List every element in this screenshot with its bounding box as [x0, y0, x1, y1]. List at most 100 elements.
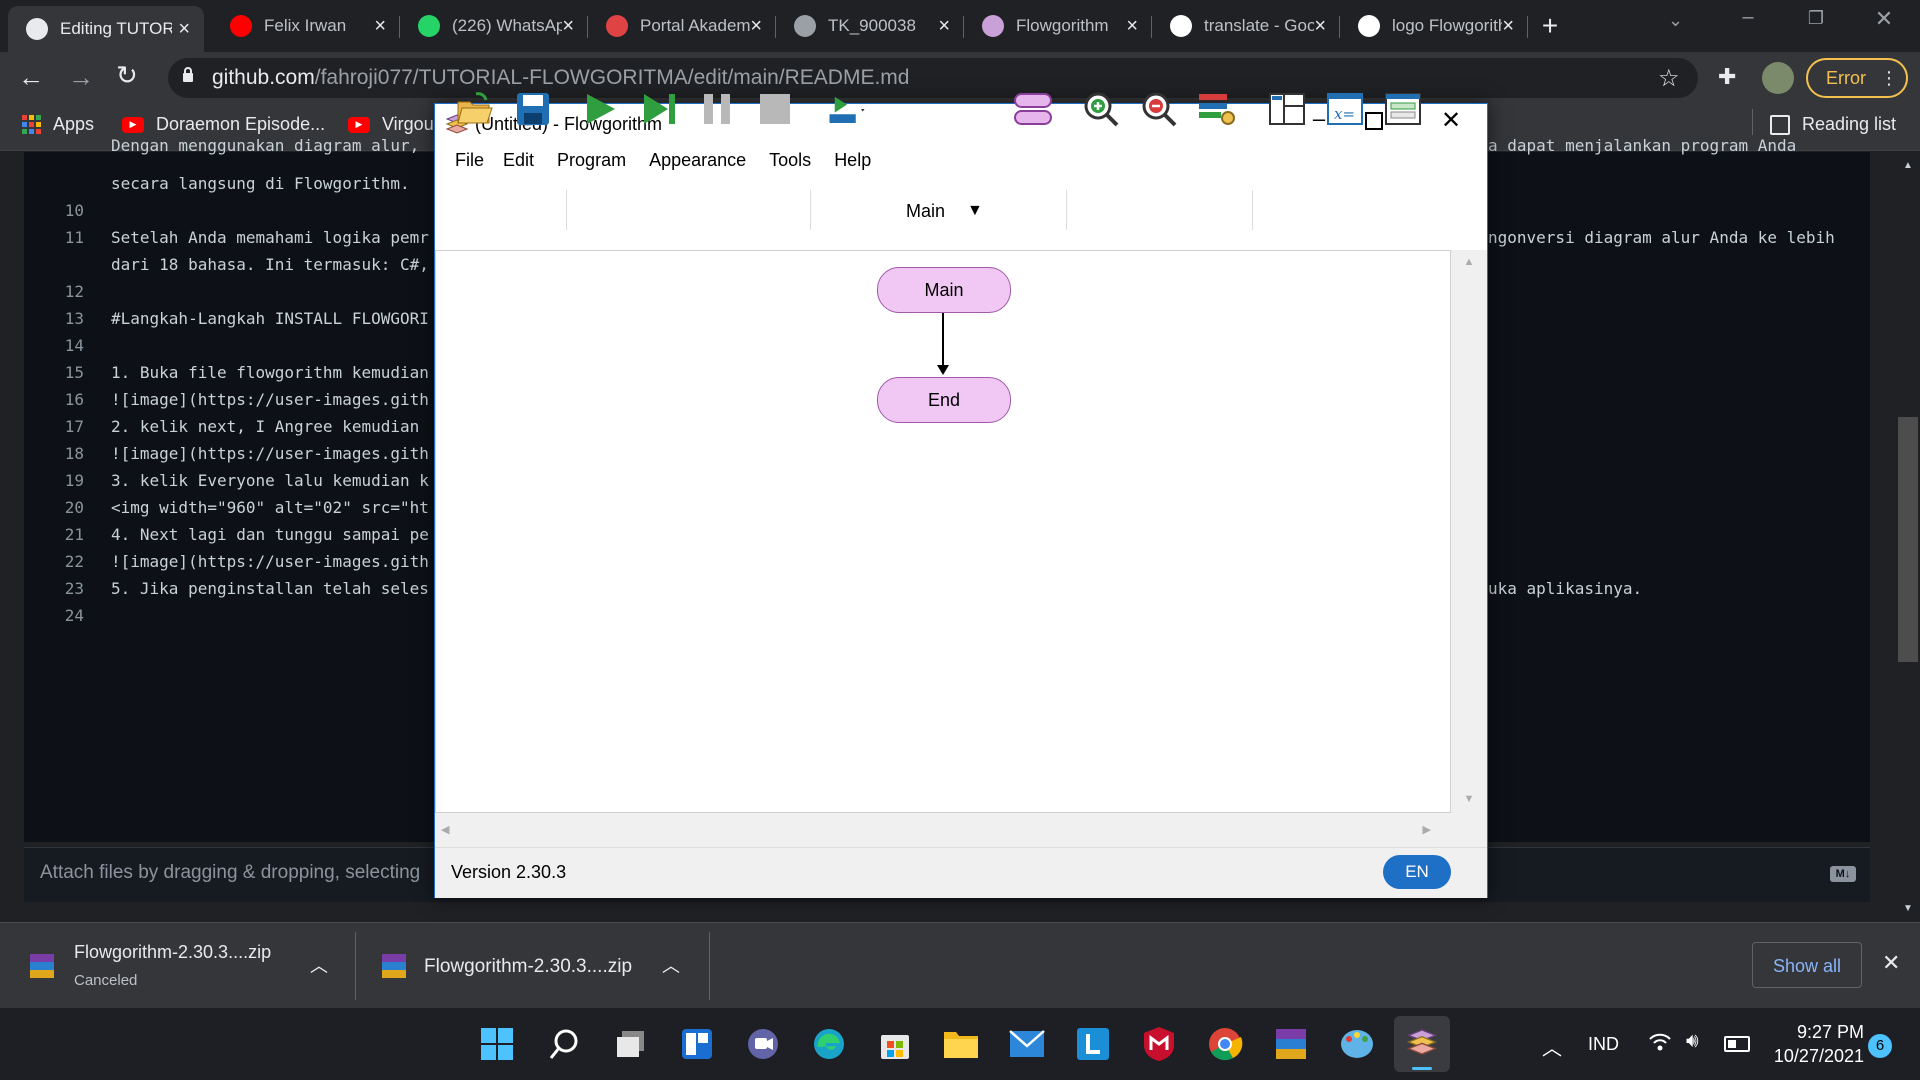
- menu-program[interactable]: Program: [547, 144, 639, 172]
- menu-file[interactable]: File: [435, 144, 497, 172]
- close-window-button[interactable]: ✕: [1864, 6, 1904, 36]
- code-line[interactable]: ![image](https://user-images.gith: [111, 552, 429, 571]
- mcafee-icon[interactable]: [1140, 1025, 1178, 1063]
- console-window-icon[interactable]: [1382, 88, 1424, 130]
- profile-avatar[interactable]: [1762, 62, 1794, 94]
- end-terminal[interactable]: End: [877, 377, 1011, 423]
- new-tab-button[interactable]: +: [1536, 8, 1564, 44]
- code-line-tail[interactable]: ngonversi diagram alur Anda ke lebih: [1488, 228, 1835, 247]
- code-line-tail[interactable]: a dapat menjalankan program Anda: [1488, 136, 1796, 155]
- tab-close-icon[interactable]: ×: [1502, 15, 1514, 38]
- chevron-up-icon[interactable]: ︿: [662, 952, 680, 978]
- bookmark-apps[interactable]: Apps: [22, 114, 94, 135]
- reload-button[interactable]: ↻: [116, 60, 138, 91]
- task-view-icon[interactable]: [612, 1025, 650, 1063]
- layout-settings-icon[interactable]: [1196, 88, 1238, 130]
- menu-help[interactable]: Help: [824, 144, 884, 172]
- back-button[interactable]: ←: [18, 62, 44, 93]
- code-line[interactable]: dari 18 bahasa. Ini termasuk: C#,: [111, 255, 429, 274]
- paint-icon[interactable]: [1338, 1025, 1376, 1063]
- pause-icon[interactable]: [696, 88, 738, 130]
- l-app-icon[interactable]: [1074, 1025, 1112, 1063]
- step-icon[interactable]: [638, 88, 680, 130]
- bookmark-virgou[interactable]: ▶ Virgou: [348, 114, 434, 135]
- tab-close-icon[interactable]: ×: [562, 15, 574, 38]
- canvas-horizontal-scrollbar[interactable]: ◀ ▶: [435, 813, 1449, 847]
- close-downloads-icon[interactable]: ✕: [1882, 950, 1900, 976]
- file-explorer-icon[interactable]: [942, 1025, 980, 1063]
- scroll-down-arrow[interactable]: ▼: [1451, 793, 1487, 805]
- browser-tab[interactable]: (226) WhatsApp×: [400, 8, 588, 44]
- zoom-in-icon[interactable]: [1080, 88, 1122, 130]
- tab-search-icon[interactable]: ⌄: [1668, 10, 1683, 31]
- canvas-vertical-scrollbar[interactable]: ▲ ▼: [1451, 250, 1487, 811]
- browser-tab[interactable]: Felix Irwan ×: [212, 8, 400, 44]
- attach-files-hint[interactable]: Attach files by dragging & dropping, sel…: [40, 862, 420, 884]
- scroll-up-arrow[interactable]: ▲: [1451, 256, 1487, 268]
- edge-icon[interactable]: [810, 1025, 848, 1063]
- fg-maximize-button[interactable]: [1365, 112, 1383, 130]
- widgets-icon[interactable]: [678, 1025, 716, 1063]
- microsoft-store-icon[interactable]: [876, 1025, 914, 1063]
- panels-layout-icon[interactable]: [1266, 88, 1308, 130]
- variable-watch-icon[interactable]: x=: [1324, 88, 1366, 130]
- minimize-button[interactable]: –: [1728, 6, 1768, 36]
- code-line[interactable]: 2. kelik next, I Angree kemudian: [111, 417, 419, 436]
- zoom-out-icon[interactable]: [1138, 88, 1180, 130]
- code-line[interactable]: 5. Jika penginstallan telah seles: [111, 579, 429, 598]
- scroll-down-arrow[interactable]: ▼: [1896, 903, 1920, 914]
- code-line[interactable]: 3. kelik Everyone lalu kemudian k: [111, 471, 429, 490]
- clock-date[interactable]: 10/27/2021: [1764, 1046, 1864, 1067]
- start-terminal[interactable]: Main: [877, 267, 1011, 313]
- function-selector[interactable]: Main ▼: [892, 196, 988, 226]
- bookmark-doraemon[interactable]: ▶ Doraemon Episode...: [122, 114, 325, 135]
- input-language[interactable]: IND: [1588, 1034, 1619, 1055]
- code-line-tail[interactable]: uka aplikasinya.: [1488, 579, 1642, 598]
- scroll-up-arrow[interactable]: ▲: [1896, 160, 1920, 171]
- notification-badge[interactable]: 6: [1868, 1034, 1892, 1058]
- extensions-puzzle-icon[interactable]: ✚: [1718, 64, 1736, 90]
- tab-close-icon[interactable]: ×: [938, 15, 950, 38]
- code-line[interactable]: 4. Next lagi dan tunggu sampai pe: [111, 525, 429, 544]
- show-hidden-icons[interactable]: ︿: [1542, 1032, 1562, 1061]
- volume-icon[interactable]: 🔊︎: [1686, 1030, 1699, 1053]
- chevron-up-icon[interactable]: ︿: [310, 952, 328, 978]
- browser-tab[interactable]: logo Flowgorithm×: [1340, 8, 1528, 44]
- tab-close-icon[interactable]: ×: [178, 18, 190, 41]
- taskbar-active-app[interactable]: [1394, 1016, 1450, 1072]
- tab-close-icon[interactable]: ×: [1314, 15, 1326, 38]
- bookmark-star-icon[interactable]: ☆: [1658, 64, 1680, 93]
- browser-tab[interactable]: Portal Akademik×: [588, 8, 776, 44]
- flowchart-canvas[interactable]: Main End: [435, 250, 1451, 813]
- winrar-icon[interactable]: [1272, 1025, 1310, 1063]
- browser-tab[interactable]: translate - Google×: [1152, 8, 1340, 44]
- code-line[interactable]: Setelah Anda memahami logika pemr: [111, 228, 429, 247]
- clock-time[interactable]: 9:27 PM: [1780, 1022, 1864, 1043]
- save-icon[interactable]: [512, 88, 554, 130]
- tab-close-icon[interactable]: ×: [750, 15, 762, 38]
- mail-icon[interactable]: [1008, 1025, 1046, 1063]
- teams-chat-icon[interactable]: [744, 1025, 782, 1063]
- code-line[interactable]: secara langsung di Flowgorithm.: [111, 174, 410, 193]
- editor-scrollbar[interactable]: ▲ ▼: [1896, 152, 1920, 922]
- menu-appearance[interactable]: Appearance: [639, 144, 759, 172]
- menu-edit[interactable]: Edit: [497, 144, 547, 172]
- add-function-icon[interactable]: [1012, 88, 1054, 130]
- scroll-right-arrow[interactable]: ▶: [1423, 823, 1431, 836]
- wifi-icon[interactable]: [1648, 1032, 1672, 1058]
- tab-close-icon[interactable]: ×: [374, 15, 386, 38]
- scroll-thumb[interactable]: [1898, 417, 1918, 662]
- chrome-icon[interactable]: [1206, 1025, 1244, 1063]
- forward-button[interactable]: →: [68, 62, 94, 93]
- restore-button[interactable]: ❐: [1796, 8, 1836, 38]
- open-folder-icon[interactable]: [454, 88, 496, 130]
- scroll-left-arrow[interactable]: ◀: [441, 823, 449, 836]
- browser-tab[interactable]: Flowgorithm ×: [964, 8, 1152, 44]
- browser-tab[interactable]: TK_900038 ×: [776, 8, 964, 44]
- code-line[interactable]: ![image](https://user-images.gith: [111, 444, 429, 463]
- run-speed-icon[interactable]: [826, 88, 868, 130]
- code-line[interactable]: <img width="960" alt="02" src="ht: [111, 498, 429, 517]
- run-icon[interactable]: [580, 88, 622, 130]
- show-all-button[interactable]: Show all: [1752, 942, 1862, 988]
- code-line[interactable]: #Langkah-Langkah INSTALL FLOWGORI: [111, 309, 429, 328]
